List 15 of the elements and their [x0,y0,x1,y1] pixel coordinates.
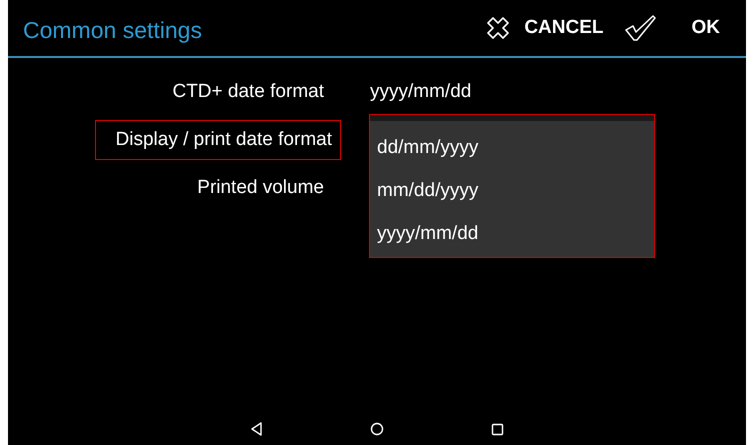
setting-label: CTD+ date format [171,80,325,104]
setting-value[interactable]: yyyy/mm/dd [370,81,472,103]
checkmark-icon [624,14,656,42]
cancel-button[interactable]: CANCEL [518,13,610,43]
cross-icon [486,16,510,40]
ok-button[interactable]: OK [686,13,726,43]
recents-icon[interactable] [490,422,504,436]
dropdown-option[interactable]: yyyy/mm/dd [370,212,654,255]
home-icon[interactable] [370,422,384,436]
setting-label: Display / print date format [94,120,341,160]
back-icon[interactable] [250,421,264,437]
dropdown-option[interactable]: dd/mm/yyyy [370,126,654,169]
dropdown-option[interactable]: mm/dd/yyyy [370,169,654,212]
setting-label: Printed volume [196,176,325,200]
screen-title: Common settings [23,16,202,44]
